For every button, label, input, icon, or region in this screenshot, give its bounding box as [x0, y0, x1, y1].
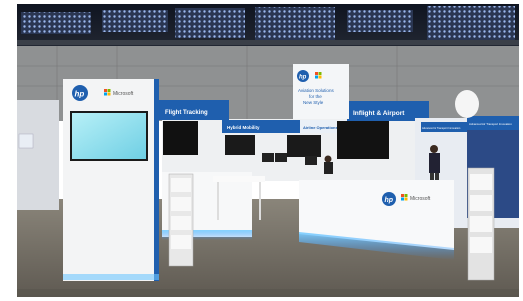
banner-line-2: for the: [309, 94, 322, 99]
left-tower-glow: [63, 274, 159, 280]
counter-microsoft-text: Microsoft: [410, 196, 431, 202]
photo-scene: Flight Tracking Hybrid Mobility Airline …: [17, 4, 519, 297]
right-booth-band-1: Advanced & Transport Innovation: [422, 126, 461, 130]
white-balloon: [455, 90, 479, 118]
small-monitor-2: [275, 153, 287, 162]
banner-hp-text: hp: [299, 75, 307, 81]
left-tower-accent: [154, 79, 159, 281]
counter-hp-text: hp: [385, 197, 394, 204]
tower-microsoft-text: Microsoft: [113, 91, 134, 97]
banner-line-3: New Style: [303, 100, 324, 105]
banner-line-1: Aviation Solutions: [298, 88, 334, 93]
left-background-booth: [17, 100, 59, 210]
tower-hp-text: hp: [75, 90, 85, 99]
high-table-top: [213, 176, 265, 182]
back-monitor-center: [287, 135, 321, 157]
tower-screen-display: [72, 113, 146, 159]
back-monitor-center-left: [225, 135, 255, 155]
back-monitor-right: [337, 121, 389, 159]
brochure-rack-left: [168, 173, 194, 267]
header-band-right-label: Inflight & Airport: [353, 110, 405, 117]
header-band-left-label: Flight Tracking: [165, 110, 208, 116]
header-band-center-label: Airline Operations: [303, 125, 338, 130]
header-band-middle-label: Hybrid Mobility: [227, 125, 260, 130]
right-booth-band-2: Advanced Air Transport Innovation: [469, 122, 512, 126]
person-sitting: [324, 155, 332, 163]
booth-photo: Flight Tracking Hybrid Mobility Airline …: [17, 4, 519, 297]
small-monitor-1: [262, 153, 274, 162]
small-monitor-3: [305, 156, 317, 165]
back-monitor-left: [163, 121, 198, 155]
left-tower: [63, 79, 157, 281]
brochure-rack-right: [467, 167, 495, 281]
